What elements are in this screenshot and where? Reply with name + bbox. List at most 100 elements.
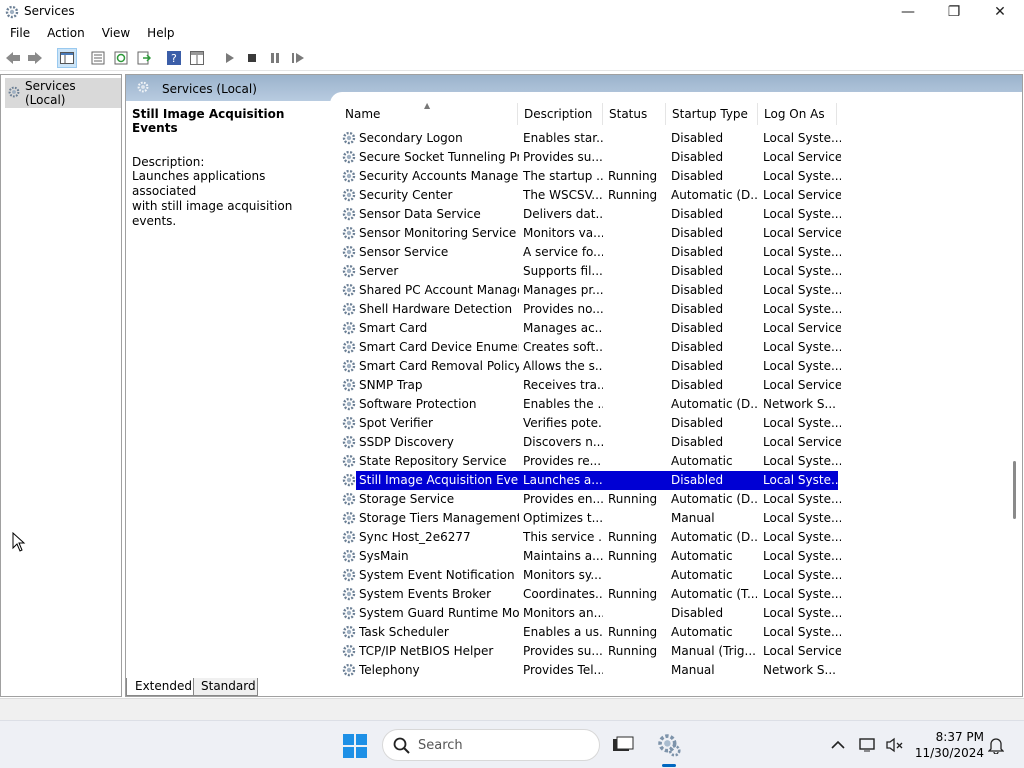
tree-item-services-local[interactable]: Services (Local) — [5, 78, 121, 108]
services-app-taskbar-icon[interactable] — [653, 729, 685, 761]
table-row[interactable]: Sensor Monitoring Service Monitors va... D… — [338, 224, 841, 243]
table-row[interactable]: Smart Card Removal Policy Allows the s...… — [338, 357, 841, 376]
tree-item-label: Services (Local) — [25, 79, 76, 107]
table-row[interactable]: Still Image Acquisition Events Launches a… — [338, 471, 841, 490]
column-header-description[interactable]: Description — [524, 107, 592, 121]
table-row[interactable]: State Repository Service Provides re... Au… — [338, 452, 841, 471]
cell-startup-type: Disabled — [671, 207, 724, 221]
table-row[interactable]: System Events Broker Coordinates... Runnin… — [338, 585, 841, 604]
cell-log-on-as: Local Syste... — [763, 359, 841, 373]
cell-name: Shell Hardware Detection — [359, 302, 513, 316]
menu-help[interactable]: Help — [137, 24, 181, 44]
pause-service-icon[interactable] — [265, 48, 285, 68]
cell-log-on-as: Local Service — [763, 378, 841, 392]
scrollbar-thumb[interactable] — [1013, 461, 1016, 519]
service-gear-icon — [341, 339, 357, 355]
description-label: Description: — [132, 155, 205, 169]
restart-service-icon[interactable] — [288, 48, 308, 68]
table-row[interactable]: Shared PC Account Manager Manages pr... Di… — [338, 281, 841, 300]
chevron-up-icon[interactable] — [828, 735, 848, 755]
menu-view[interactable]: View — [92, 24, 137, 44]
close-button[interactable]: ✕ — [977, 0, 1023, 24]
cell-startup-type: Manual — [671, 663, 715, 677]
mouse-cursor-icon — [12, 531, 26, 555]
table-row[interactable]: Task Scheduler Enables a us... Running Auto… — [338, 623, 841, 642]
cell-name: System Events Broker — [359, 587, 492, 601]
table-row[interactable]: Smart Card Device Enumera... Creates soft… — [338, 338, 841, 357]
tab-extended[interactable]: Extended — [126, 678, 194, 696]
back-icon[interactable] — [3, 48, 23, 68]
view-pane-icon[interactable] — [187, 48, 207, 68]
cell-name: TCP/IP NetBIOS Helper — [359, 644, 494, 658]
column-header-startup-type[interactable]: Startup Type — [672, 107, 748, 121]
cell-startup-type: Disabled — [671, 302, 724, 316]
taskbar-search-box[interactable]: Search — [382, 729, 600, 761]
cell-name: Secure Socket Tunneling Pr... — [359, 150, 519, 164]
cell-startup-type: Disabled — [671, 283, 724, 297]
table-row[interactable]: Storage Service Provides en... Running Auto… — [338, 490, 841, 509]
column-header-log-on-as[interactable]: Log On As — [764, 107, 825, 121]
cell-name: Secondary Logon — [359, 131, 463, 145]
network-icon[interactable] — [859, 735, 879, 755]
table-row[interactable]: Server Supports fil... Disabled Local Syste… — [338, 262, 841, 281]
svg-text:?: ? — [171, 52, 177, 65]
refresh-icon[interactable] — [111, 48, 131, 68]
start-service-icon[interactable] — [219, 48, 239, 68]
table-row[interactable]: Sensor Service A service fo... Disabled Loc… — [338, 243, 841, 262]
volume-muted-icon[interactable] — [885, 735, 905, 755]
notification-bell-icon[interactable] — [986, 735, 1006, 755]
table-row[interactable]: Security Accounts Manager The startup ...… — [338, 167, 841, 186]
service-gear-icon — [341, 168, 357, 184]
tab-standard[interactable]: Standard — [192, 678, 258, 696]
cell-description: The startup ... — [523, 169, 603, 183]
service-gear-icon — [341, 320, 357, 336]
table-row[interactable]: Secondary Logon Enables star... Disabled Lo… — [338, 129, 841, 148]
cell-log-on-as: Local Syste... — [763, 340, 841, 354]
cell-log-on-as: Local Syste... — [763, 131, 841, 145]
table-row[interactable]: SNMP Trap Receives tra... Disabled Local Se… — [338, 376, 841, 395]
table-row[interactable]: TCP/IP NetBIOS Helper Provides su... Runni… — [338, 642, 841, 661]
title-bar: Services — ❐ ✕ — [0, 0, 1024, 24]
task-view-icon[interactable] — [607, 729, 639, 761]
maximize-button[interactable]: ❐ — [931, 0, 977, 24]
menu-file[interactable]: File — [0, 24, 37, 44]
cell-description: Supports fil... — [523, 264, 603, 278]
table-row[interactable]: SysMain Maintains a... Running Automatic Loc… — [338, 547, 841, 566]
menu-action[interactable]: Action — [37, 24, 92, 44]
table-row[interactable]: Storage Tiers Management Optimizes t... Ma… — [338, 509, 841, 528]
table-row[interactable]: System Event Notification S... Monitors s… — [338, 566, 841, 585]
windows-start-icon[interactable] — [343, 734, 367, 758]
cell-log-on-as: Local Service — [763, 226, 841, 240]
table-row[interactable]: Sensor Data Service Delivers dat... Disabl… — [338, 205, 841, 224]
search-placeholder: Search — [418, 738, 463, 753]
cell-startup-type: Disabled — [671, 169, 724, 183]
clock-time: 8:37 PM — [935, 730, 984, 744]
cell-status: Running — [608, 625, 658, 639]
table-row[interactable]: Secure Socket Tunneling Pr... Provides su… — [338, 148, 841, 167]
table-row[interactable]: System Guard Runtime Mo... Monitors an...… — [338, 604, 841, 623]
cell-name: Sensor Service — [359, 245, 449, 259]
table-row[interactable]: Shell Hardware Detection Provides no... Di… — [338, 300, 841, 319]
vertical-scrollbar[interactable] — [1010, 101, 1022, 676]
minimize-button[interactable]: — — [885, 0, 931, 24]
properties-list-icon[interactable] — [88, 48, 108, 68]
cell-log-on-as: Local Syste... — [763, 549, 841, 563]
table-row[interactable]: Spot Verifier Verifies pote... Disabled Loc… — [338, 414, 841, 433]
export-list-icon[interactable] — [134, 48, 154, 68]
cell-log-on-as: Local Syste... — [763, 568, 841, 582]
forward-icon[interactable] — [25, 48, 45, 68]
cell-log-on-as: Local Service — [763, 435, 841, 449]
table-row[interactable]: Sync Host_2e6277 This service ... Running A… — [338, 528, 841, 547]
system-clock[interactable]: 8:37 PM 11/30/2024 — [912, 729, 984, 761]
table-row[interactable]: Security Center The WSCSV... Running Automa… — [338, 186, 841, 205]
service-gear-icon — [341, 415, 357, 431]
table-row[interactable]: Telephony Provides Tel... Manual Network S.… — [338, 661, 838, 680]
help-icon[interactable]: ? — [164, 48, 184, 68]
column-header-name[interactable]: Name — [345, 107, 380, 121]
table-row[interactable]: SSDP Discovery Discovers n... Disabled Loca… — [338, 433, 841, 452]
column-header-status[interactable]: Status — [609, 107, 647, 121]
show-hide-console-tree-icon[interactable] — [57, 48, 77, 68]
stop-service-icon[interactable] — [242, 48, 262, 68]
table-row[interactable]: Software Protection Enables the ... Automa… — [338, 395, 838, 414]
table-row[interactable]: Smart Card Manages ac... Disabled Local Ser… — [338, 319, 841, 338]
